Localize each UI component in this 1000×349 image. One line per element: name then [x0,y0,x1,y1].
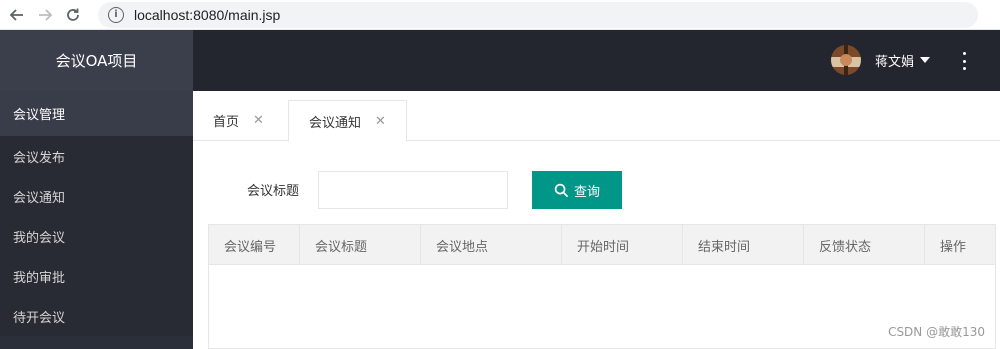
username: 蒋文娟 [874,54,914,70]
app-logo: 会议OA项目 [0,30,193,91]
browser-toolbar: i localhost:8080/main.jsp [0,0,1000,30]
more-vertical-icon[interactable] [958,52,970,70]
forward-button[interactable] [34,4,56,26]
column-header: 会议标题 [300,225,421,265]
meeting-table: 会议编号 会议标题 会议地点 开始时间 结束时间 反馈状态 操作 [208,224,996,349]
menu-item-my-approvals[interactable]: 我的审批 [0,256,193,296]
tab-label: 首页 [213,115,240,130]
column-header: 会议地点 [421,225,562,265]
caret-down-icon [920,57,930,63]
info-icon[interactable]: i [108,6,124,23]
menu-item-my-meetings[interactable]: 我的会议 [0,216,193,256]
search-button-label: 查询 [573,184,600,200]
column-header: 开始时间 [562,225,683,265]
back-button[interactable] [6,4,28,26]
close-icon[interactable]: ✕ [253,113,264,128]
title-input[interactable] [318,171,508,209]
title-label: 会议标题 [247,184,300,199]
menu-item-upcoming[interactable]: 待开会议 [0,296,193,336]
address-bar[interactable]: i localhost:8080/main.jsp [98,1,978,28]
close-icon[interactable]: ✕ [375,114,386,129]
user-menu[interactable]: 蒋文娟 [830,45,930,75]
tab-meeting-notice[interactable]: 会议通知 ✕ [288,100,407,142]
column-header: 反馈状态 [804,225,925,265]
menu-group-meeting-management[interactable]: 会议管理 [0,91,193,136]
submenu: 会议发布 会议通知 我的会议 我的审批 待开会议 [0,136,193,336]
sidebar: 会议OA项目 会议管理 会议发布 会议通知 我的会议 我的审批 待开会议 [0,30,193,349]
arrow-right-icon [39,8,53,21]
reload-icon [67,8,79,21]
table-header: 会议编号 会议标题 会议地点 开始时间 结束时间 反馈状态 操作 [209,225,995,265]
arrow-left-icon [9,8,23,21]
column-header: 会议编号 [209,225,300,265]
menu-item-notice[interactable]: 会议通知 [0,176,193,216]
reload-button[interactable] [62,4,84,26]
header: 蒋文娟 [193,30,1000,91]
search-icon [554,183,569,197]
avatar [830,45,861,75]
url-text: localhost:8080/main.jsp [134,6,281,23]
watermark: CSDN @敢敢130 [888,325,985,339]
tab-bar: 首页 ✕ 会议通知 ✕ [193,91,1000,142]
tab-label: 会议通知 [309,115,362,131]
menu-item-publish[interactable]: 会议发布 [0,136,193,176]
column-header: 操作 [940,239,967,255]
tab-home[interactable]: 首页 ✕ [193,100,284,141]
search-button[interactable]: 查询 [532,171,622,209]
column-header: 结束时间 [683,225,804,265]
